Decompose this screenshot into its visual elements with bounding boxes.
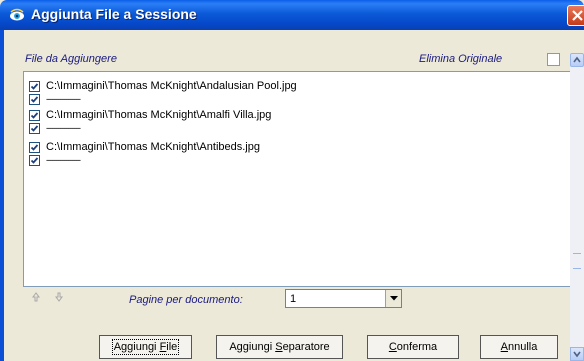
files-column-header: File da Aggiungere — [25, 53, 117, 65]
check-icon — [30, 82, 39, 90]
separator-checkbox[interactable] — [29, 154, 40, 166]
window-frame-left — [0, 30, 4, 361]
scroll-grip[interactable] — [573, 253, 581, 269]
chevron-up-icon — [573, 56, 581, 63]
close-button[interactable] — [567, 5, 584, 26]
list-item[interactable]: ----------------- — [29, 122, 81, 134]
list-item[interactable]: ----------------- — [29, 93, 81, 105]
scroll-down-button[interactable] — [570, 347, 584, 361]
chevron-down-icon — [390, 296, 398, 301]
move-down-button[interactable] — [55, 292, 63, 305]
separator-line: ----------------- — [46, 155, 81, 165]
confirm-label: Conferma — [388, 341, 438, 353]
pages-per-document-label: Pagine per documento: — [129, 294, 243, 306]
cancel-label: Annulla — [500, 341, 538, 353]
check-icon — [30, 124, 39, 132]
file-checkbox[interactable] — [29, 109, 40, 121]
delete-original-checkbox[interactable] — [547, 53, 560, 66]
window-title: Aggiunta File a Sessione — [31, 6, 197, 22]
confirm-button[interactable]: Conferma — [367, 335, 459, 359]
add-file-label: Aggiungi File — [111, 339, 180, 355]
move-up-button[interactable] — [32, 292, 40, 305]
separator-line: ----------------- — [46, 123, 81, 133]
list-item[interactable]: C:\Immagini\Thomas McKnight\Antibeds.jpg — [29, 141, 260, 153]
pages-per-document-value: 1 — [290, 293, 297, 305]
file-path: C:\Immagini\Thomas McKnight\Antibeds.jpg — [46, 141, 260, 153]
chevron-down-icon — [573, 351, 581, 358]
scroll-up-button[interactable] — [570, 53, 584, 67]
list-item[interactable]: C:\Immagini\Thomas McKnight\Amalfi Villa… — [29, 109, 271, 121]
delete-original-label: Elimina Originale — [419, 53, 503, 65]
arrow-up-icon — [32, 292, 40, 302]
separator-checkbox[interactable] — [29, 122, 40, 134]
check-icon — [30, 95, 39, 103]
file-path: C:\Immagini\Thomas McKnight\Andalusian P… — [46, 80, 297, 92]
file-path: C:\Immagini\Thomas McKnight\Amalfi Villa… — [46, 109, 272, 121]
title-bar[interactable]: Aggiunta File a Sessione — [0, 0, 584, 30]
separator-checkbox[interactable] — [29, 93, 40, 105]
arrow-down-icon — [55, 292, 63, 302]
list-item[interactable]: ----------------- — [29, 154, 81, 166]
pages-per-document-select[interactable]: 1 — [285, 289, 402, 308]
vertical-scrollbar[interactable] — [570, 53, 584, 361]
dropdown-button[interactable] — [385, 290, 401, 307]
eye-icon — [10, 8, 24, 21]
check-icon — [30, 111, 39, 119]
file-checkbox[interactable] — [29, 80, 40, 92]
file-checkbox[interactable] — [29, 141, 40, 153]
close-icon — [572, 10, 583, 21]
add-file-button[interactable]: Aggiungi File — [99, 335, 192, 359]
list-item[interactable]: C:\Immagini\Thomas McKnight\Andalusian P… — [29, 80, 297, 92]
add-separator-label: Aggiungi Separatore — [229, 341, 330, 353]
add-separator-button[interactable]: Aggiungi Separatore — [216, 335, 343, 359]
separator-line: ----------------- — [46, 94, 81, 104]
cancel-button[interactable]: Annulla — [480, 335, 558, 359]
check-icon — [30, 143, 39, 151]
file-list[interactable]: C:\Immagini\Thomas McKnight\Andalusian P… — [23, 71, 571, 287]
check-icon — [30, 156, 39, 164]
